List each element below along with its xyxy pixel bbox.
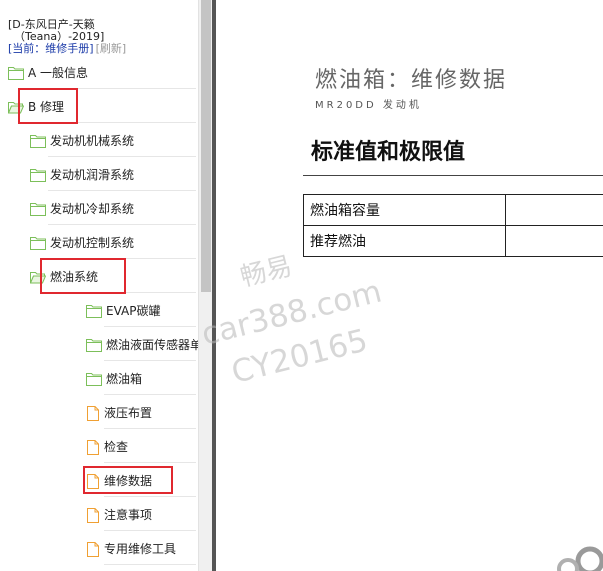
highlight-box [40,258,126,294]
table-cell: 推荐燃油 [303,225,506,257]
tree-item-label: A 一般信息 [28,66,89,80]
tree-separator [48,190,196,191]
highlight-box [18,88,78,124]
page-icon [86,542,100,563]
tree-item-label: EVAP碳罐 [106,304,161,318]
tree-item-label: 专用维修工具 [104,542,177,556]
page-icon [86,440,100,461]
tree-scrollbar[interactable] [198,0,213,571]
tree-separator [104,530,196,531]
spec-table: 燃油箱容量 推荐燃油 [303,194,603,257]
tree-item-label: 发动机控制系统 [50,236,135,250]
tree-separator [104,360,196,361]
folder-icon [86,338,102,358]
document-title: 燃油箱：维修数据 [315,68,508,93]
current-manual-link[interactable]: [当前：维修手册] [8,42,94,55]
tree-item-label: 注意事项 [104,508,153,522]
section-heading: 标准值和极限值 [311,139,466,165]
tree-item-label: 液压布置 [104,406,153,420]
table-cell [505,194,603,226]
tree-separator [104,428,196,429]
table-cell [505,225,603,257]
tree-separator [104,564,196,565]
table-row: 推荐燃油 [303,225,603,257]
tree-item-label: 检查 [104,440,129,454]
tree-item-label: 发动机润滑系统 [50,168,135,182]
tree-item-label: 发动机冷却系统 [50,202,135,216]
folder-icon [30,168,46,188]
refresh-link[interactable]: [刷新] [96,42,127,55]
folder-icon [86,372,102,392]
tree-separator [104,462,196,463]
tree-separator [104,394,196,395]
tree-item-label: 燃油液面传感器单元 [106,338,198,352]
tree-separator [48,156,196,157]
corner-logo-icon [557,546,603,571]
scrollbar-thumb[interactable] [201,0,211,292]
engine-subtitle: MR20DD 发动机 [315,100,422,111]
navigation-tree-pane: [D-东风日产-天籁 （Teana）-2019] [当前：维修手册] [刷新] A… [0,0,198,571]
tree-separator [48,224,196,225]
tree-separator [104,326,196,327]
table-row: 燃油箱容量 [303,194,603,226]
folder-icon [8,66,24,86]
tree-item-label: 发动机机械系统 [50,134,135,148]
manual-header: [当前：维修手册] [刷新] [8,42,126,55]
tree-separator [104,496,196,497]
page-icon [86,508,100,529]
folder-icon [86,304,102,324]
page-icon [86,406,100,427]
tree-item-label: 燃油箱 [106,372,143,386]
highlight-box [83,466,173,494]
folder-icon [30,236,46,256]
folder-icon [30,134,46,154]
folder-icon [30,202,46,222]
section-rule [303,175,603,176]
table-cell: 燃油箱容量 [303,194,506,226]
